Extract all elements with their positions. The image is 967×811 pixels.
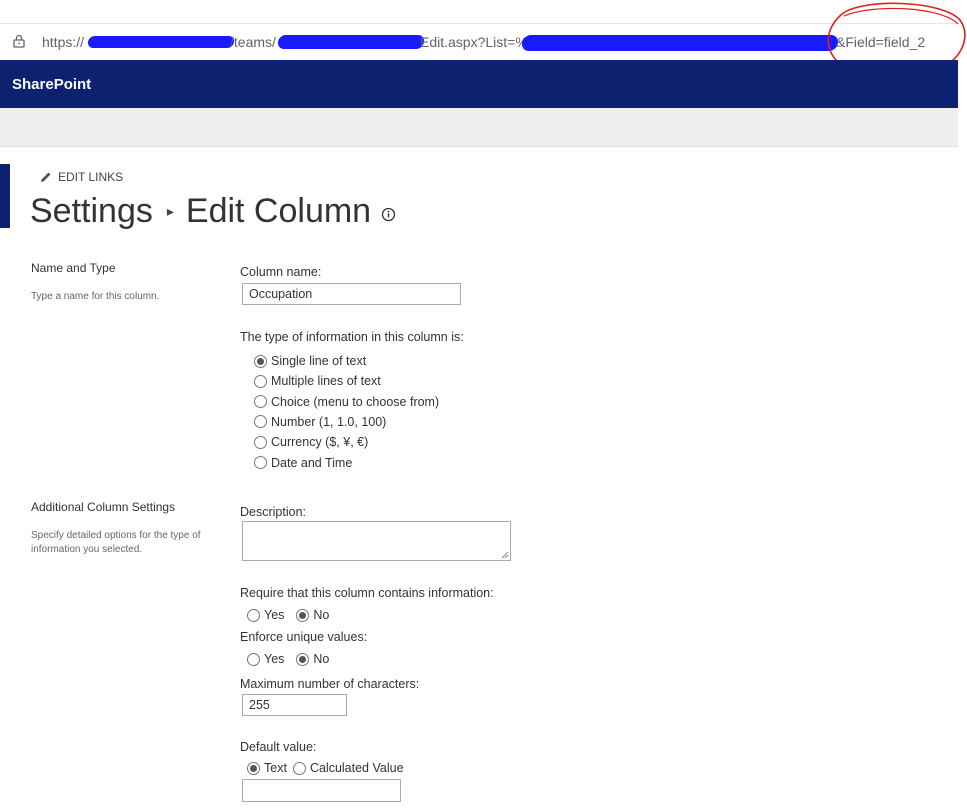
require-radio-group: Yes No [247, 608, 329, 622]
unique-label: Enforce unique values: [240, 630, 368, 644]
type-option[interactable]: Choice (menu to choose from) [254, 395, 439, 409]
type-option-radio[interactable] [254, 374, 267, 388]
breadcrumb-separator: ▸ [166, 203, 174, 219]
section-desc-additional: Specify detailed options for the type of… [31, 530, 201, 555]
type-option-label: Single line of text [271, 354, 367, 368]
address-bar[interactable]: https:// /teams/ Edit.aspx?List=%7 &Fiel… [0, 23, 958, 61]
sharepoint-brand[interactable]: SharePoint [12, 76, 91, 93]
page-title-text: Edit Column [185, 192, 372, 230]
description-label: Description: [240, 505, 306, 519]
page-title: Settings ▸ Edit Column [30, 192, 396, 231]
column-name-value: Occupation [249, 287, 313, 301]
default-value-label: Default value: [240, 740, 317, 754]
default-calculated-label: Calculated Value [309, 761, 404, 775]
unique-yes-radio[interactable] [247, 652, 260, 666]
type-option-label: Currency ($, ¥, €) [271, 435, 369, 450]
maxchars-input[interactable]: 255 [242, 694, 347, 716]
type-option-radio[interactable] [254, 354, 267, 368]
type-option-label: Date and Time [271, 455, 353, 470]
url-teams: /teams/ [230, 34, 276, 50]
redaction-mark [87, 36, 235, 48]
type-option[interactable]: Multiple lines of text [254, 374, 381, 388]
default-type-radio-group: Text Calculated Value [247, 761, 404, 775]
maxchars-label: Maximum number of characters: [240, 677, 420, 691]
breadcrumb-settings[interactable]: Settings [30, 192, 153, 231]
edit-links-button[interactable]: EDIT LINKS [40, 170, 123, 184]
unique-radio-group: Yes No [247, 652, 329, 666]
left-accent-bar [0, 164, 10, 228]
command-bar [0, 108, 958, 147]
column-name-input[interactable]: Occupation [242, 283, 461, 305]
info-icon[interactable] [381, 207, 396, 222]
require-yes-label: Yes [264, 608, 285, 622]
url-edit: Edit.aspx?List=%7 [420, 34, 536, 50]
section-title-additional: Additional Column Settings [31, 500, 176, 514]
type-option-radio[interactable] [254, 395, 267, 409]
suite-bar: SharePoint [0, 60, 958, 108]
require-yes-radio[interactable] [247, 608, 260, 622]
pencil-icon [41, 172, 51, 182]
description-textarea[interactable] [242, 521, 511, 561]
require-no-radio[interactable] [296, 608, 310, 622]
type-label: The type of information in this column i… [240, 330, 464, 344]
redaction-mark [277, 35, 425, 49]
type-option[interactable]: Date and Time [254, 456, 352, 470]
unique-no-radio[interactable] [296, 652, 310, 666]
type-option-radio[interactable] [254, 415, 267, 429]
type-option-radio[interactable] [254, 456, 267, 469]
unique-no-label: No [313, 652, 330, 666]
edit-links-label: EDIT LINKS [58, 170, 124, 184]
require-label: Require that this column contains inform… [240, 586, 494, 600]
type-option-radio[interactable] [254, 435, 267, 449]
section-desc-name-type: Type a name for this column. [31, 291, 160, 302]
type-option-label: Multiple lines of text [271, 374, 381, 389]
default-value-input[interactable] [242, 779, 401, 802]
lock-icon [13, 34, 25, 48]
redaction-mark [520, 35, 840, 51]
maxchars-value: 255 [249, 698, 270, 712]
resize-grip-icon[interactable] [501, 551, 509, 559]
section-title-name-type: Name and Type [31, 261, 116, 275]
type-option[interactable]: Number (1, 1.0, 100) [254, 415, 386, 429]
type-option-label: Choice (menu to choose from) [271, 394, 440, 409]
type-option[interactable]: Single line of text [254, 354, 366, 368]
require-no-label: No [313, 608, 330, 622]
default-text-label: Text [264, 761, 287, 775]
type-option[interactable]: Currency ($, ¥, €) [254, 435, 368, 449]
default-text-radio[interactable] [247, 761, 260, 775]
url-prefix: https:// [42, 34, 85, 50]
unique-yes-label: Yes [264, 652, 285, 666]
default-calculated-radio[interactable] [292, 761, 306, 775]
type-option-label: Number (1, 1.0, 100) [271, 414, 387, 429]
column-name-label: Column name: [240, 265, 322, 279]
